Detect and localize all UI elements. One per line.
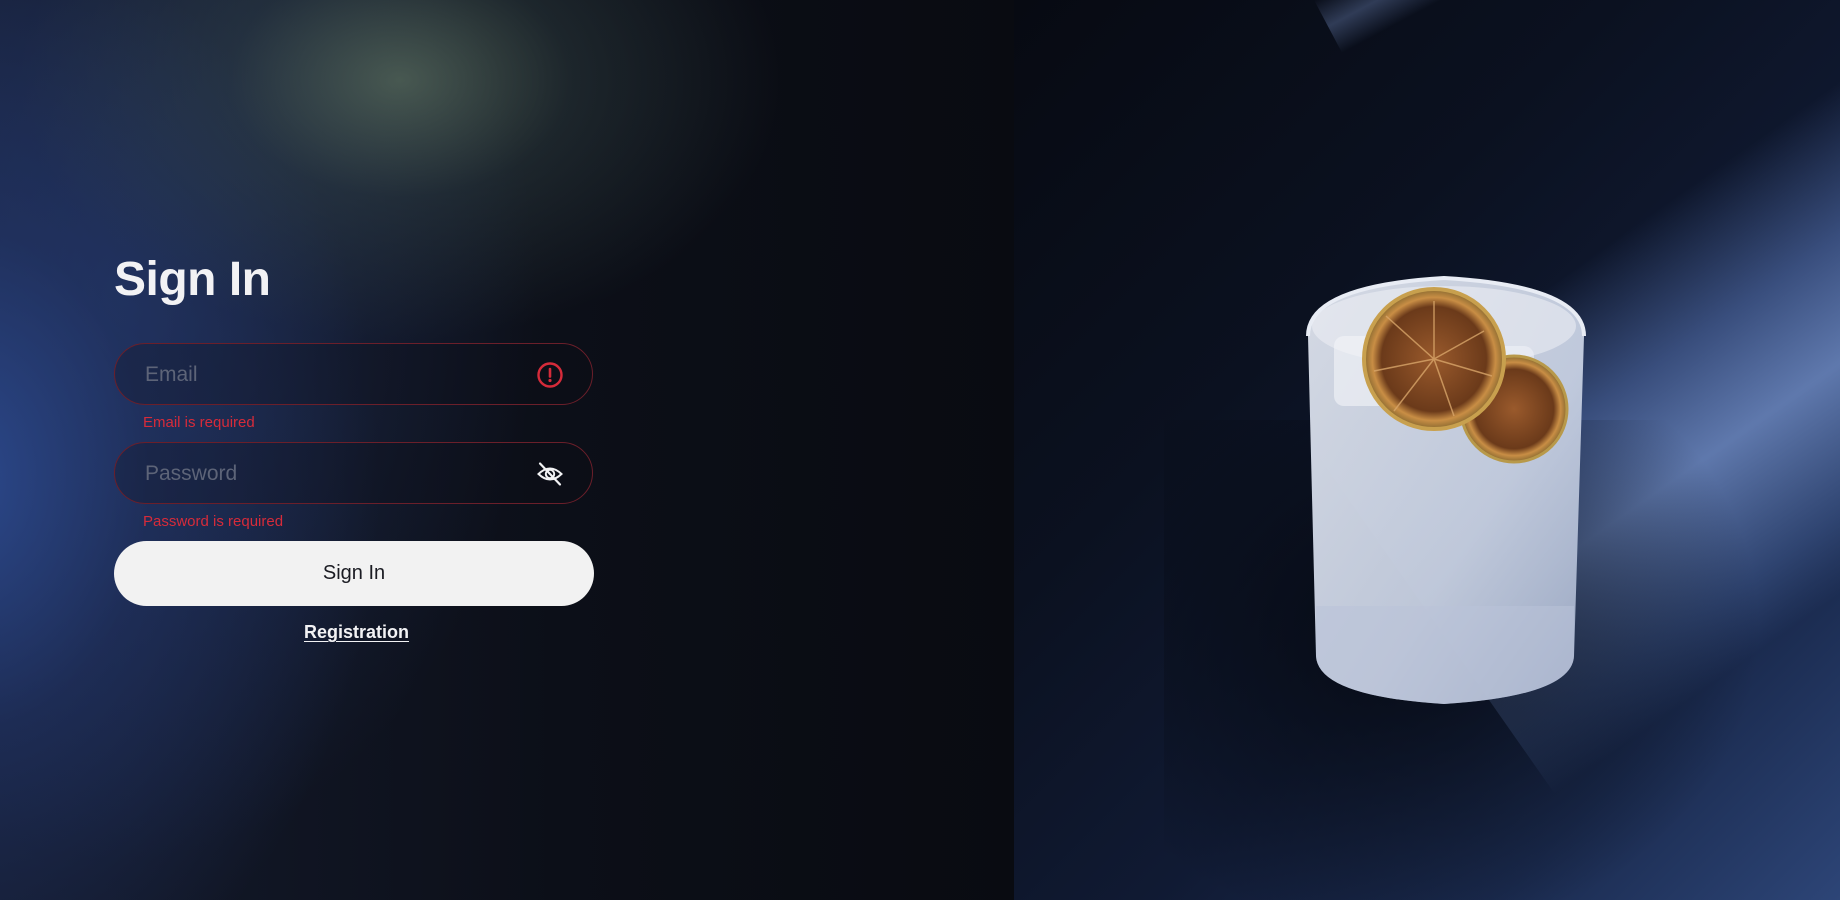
light-streak [1314, 0, 1840, 53]
page-title: Sign In [114, 253, 271, 306]
email-input[interactable] [143, 344, 527, 406]
hero-photo [1014, 0, 1840, 900]
email-error-message: Email is required [143, 414, 255, 431]
eye-off-icon[interactable] [536, 460, 564, 488]
password-error-message: Password is required [143, 513, 284, 530]
cocktail-glass-image [1306, 276, 1586, 704]
sign-in-button[interactable]: Sign In [114, 541, 594, 606]
alert-circle-icon [537, 362, 563, 388]
email-field[interactable] [114, 343, 593, 406]
password-input[interactable] [143, 443, 527, 505]
password-field[interactable] [114, 442, 593, 505]
login-page: Sign In Email is required Password is re… [0, 0, 1840, 900]
registration-link[interactable]: Registration [304, 622, 409, 643]
